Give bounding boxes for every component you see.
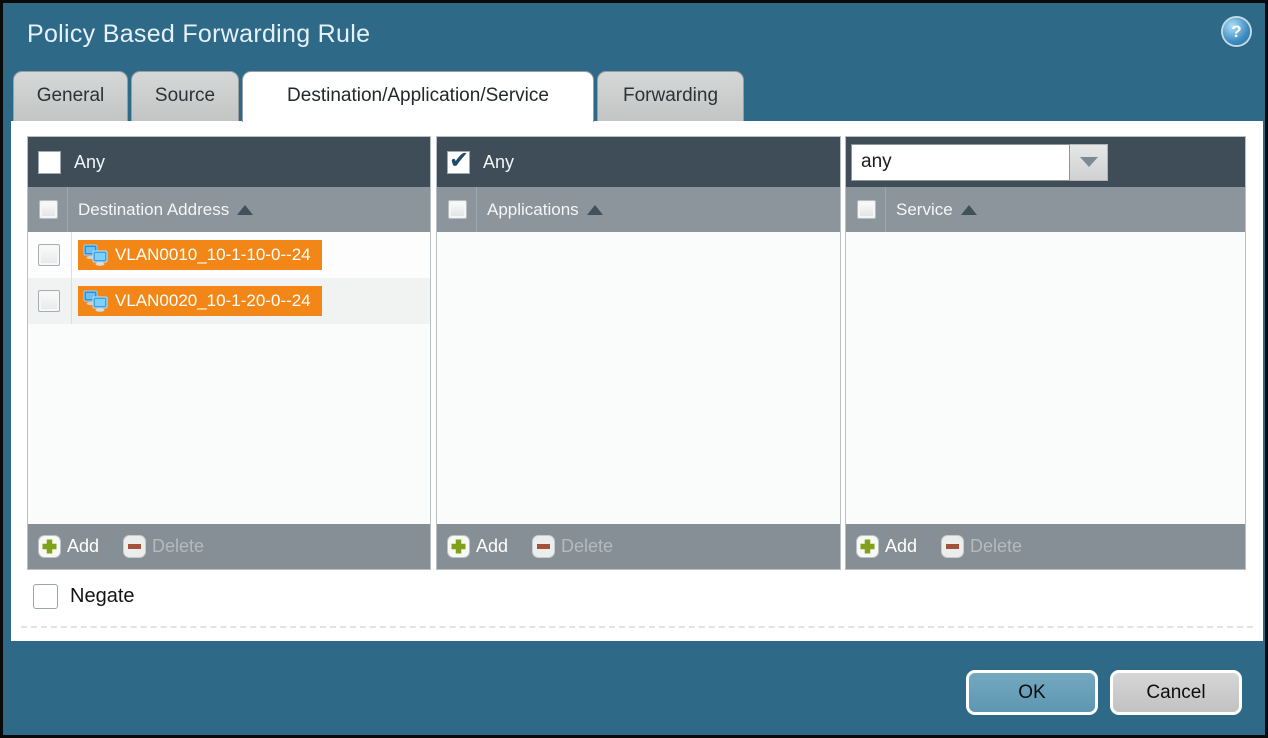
destination-column-label: Destination Address [78, 200, 229, 220]
destination-list: VLAN0010_10-1-10-0--24 [28, 232, 430, 524]
applications-any-bar: ✔ Any [437, 137, 840, 187]
service-column-label: Service [896, 200, 953, 220]
service-column-header[interactable]: Service [846, 187, 1245, 232]
destination-any-checkbox[interactable] [38, 151, 61, 174]
destination-any-bar: Any [28, 137, 430, 187]
help-icon[interactable]: ? [1223, 18, 1250, 45]
negate-option: Negate [33, 584, 135, 609]
delete-button[interactable]: Delete [532, 535, 613, 558]
chevron-down-icon [1080, 157, 1098, 167]
address-entry-label: VLAN0020_10-1-20-0--24 [115, 291, 311, 311]
add-button[interactable]: Add [38, 535, 99, 558]
applications-list [437, 232, 840, 524]
applications-column-header[interactable]: Applications [437, 187, 840, 232]
add-plus-icon [38, 535, 61, 558]
tab-forwarding[interactable]: Forwarding [597, 71, 744, 121]
add-button[interactable]: Add [447, 535, 508, 558]
sort-ascending-arrow-icon[interactable] [587, 205, 603, 215]
address-group-icon [83, 244, 109, 266]
address-entry[interactable]: VLAN0020_10-1-20-0--24 [78, 286, 322, 316]
applications-any-label: Any [483, 152, 514, 173]
ok-button[interactable]: OK [966, 670, 1098, 715]
negate-label: Negate [70, 585, 135, 608]
applications-any-checkbox[interactable]: ✔ [447, 151, 470, 174]
service-button-bar: Add Delete [846, 524, 1245, 569]
table-row[interactable]: VLAN0010_10-1-10-0--24 [28, 232, 430, 278]
resize-grip-line [21, 626, 1253, 628]
sort-ascending-arrow-icon[interactable] [237, 205, 253, 215]
delete-button[interactable]: Delete [941, 535, 1022, 558]
tab-source[interactable]: Source [131, 71, 239, 121]
service-select-all-checkbox[interactable] [857, 200, 876, 219]
applications-panel: ✔ Any Applications Add [436, 136, 841, 570]
address-group-icon [83, 290, 109, 312]
delete-minus-icon [123, 535, 146, 558]
dialog-title: Policy Based Forwarding Rule [27, 20, 370, 49]
tab-general[interactable]: General [13, 71, 128, 121]
address-entry[interactable]: VLAN0010_10-1-10-0--24 [78, 240, 322, 270]
delete-minus-icon [941, 535, 964, 558]
service-list [846, 232, 1245, 524]
applications-column-label: Applications [487, 200, 579, 220]
service-dropdown[interactable]: any [851, 144, 1108, 181]
destination-column-header[interactable]: Destination Address [28, 187, 430, 232]
delete-minus-icon [532, 535, 555, 558]
delete-button[interactable]: Delete [123, 535, 204, 558]
destination-any-label: Any [74, 152, 105, 173]
destination-select-all-checkbox[interactable] [39, 200, 58, 219]
add-plus-icon [856, 535, 879, 558]
service-any-bar: any [846, 137, 1245, 187]
add-button[interactable]: Add [856, 535, 917, 558]
row-checkbox[interactable] [38, 290, 60, 312]
service-panel: any Service Add [845, 136, 1246, 570]
policy-based-forwarding-rule-dialog: Policy Based Forwarding Rule ? General S… [0, 0, 1268, 738]
tab-content-area: Any Destination Address [11, 121, 1263, 641]
row-checkbox[interactable] [38, 244, 60, 266]
negate-checkbox[interactable] [33, 584, 58, 609]
service-dropdown-value[interactable]: any [851, 144, 1070, 181]
address-entry-label: VLAN0010_10-1-10-0--24 [115, 245, 311, 265]
checkmark-icon: ✔ [449, 146, 469, 175]
service-dropdown-button[interactable] [1070, 144, 1108, 181]
cancel-button[interactable]: Cancel [1110, 670, 1242, 715]
applications-button-bar: Add Delete [437, 524, 840, 569]
sort-ascending-arrow-icon[interactable] [961, 205, 977, 215]
table-row[interactable]: VLAN0020_10-1-20-0--24 [28, 278, 430, 324]
tab-destination-application-service[interactable]: Destination/Application/Service [242, 71, 594, 122]
applications-select-all-checkbox[interactable] [448, 200, 467, 219]
destination-button-bar: Add Delete [28, 524, 430, 569]
destination-address-panel: Any Destination Address [27, 136, 431, 570]
add-plus-icon [447, 535, 470, 558]
tab-bar: General Source Destination/Application/S… [3, 71, 1265, 121]
